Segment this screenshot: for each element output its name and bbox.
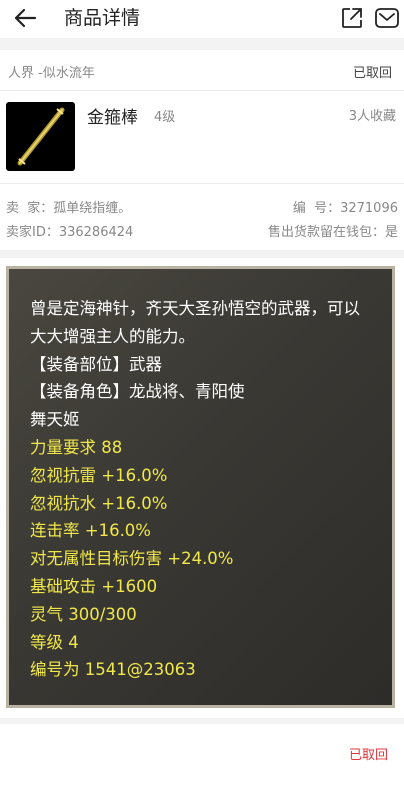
back-button[interactable] bbox=[10, 4, 40, 32]
description-line: 【装备角色】龙战将、青阳使 bbox=[30, 382, 245, 402]
seller-name: 卖 家：孤单绕指缠。 bbox=[6, 201, 132, 216]
share-icon bbox=[342, 8, 362, 28]
attribute-line: 忽视抗雷 +16.0% bbox=[30, 465, 168, 485]
mail-icon bbox=[375, 8, 399, 28]
seller-id: 卖家ID：336286424 bbox=[6, 225, 134, 240]
item-level: 4级 bbox=[154, 110, 176, 125]
item-row[interactable]: 金箍棒 4级 3人收藏 bbox=[0, 91, 404, 184]
item-thumbnail bbox=[6, 102, 75, 171]
mail-button[interactable] bbox=[374, 6, 400, 30]
favorites-count: 3人收藏 bbox=[348, 109, 396, 124]
item-name: 金箍棒 bbox=[87, 108, 138, 128]
item-info-card: 人界 -似水流年 已取回 金箍棒 4级 3人收藏 卖 家：孤单绕指缠。 编 号：… bbox=[0, 50, 404, 250]
server-name: 人界 -似水流年 bbox=[8, 66, 95, 81]
top-nav-bar: 商品详情 bbox=[0, 0, 404, 38]
description-line: 曾是定海神针，齐天大圣孙悟空的武器，可以大大增强主人的能力。 bbox=[30, 299, 360, 346]
status-badge: 已取回 bbox=[352, 66, 392, 81]
attribute-line: 等级 4 bbox=[30, 632, 79, 652]
arrow-left-icon bbox=[14, 8, 37, 28]
attribute-line: 忽视抗水 +16.0% bbox=[30, 493, 168, 513]
server-row: 人界 -似水流年 已取回 bbox=[0, 50, 404, 91]
attribute-line: 力量要求 88 bbox=[30, 437, 123, 457]
wallet-setting: 售出货款留在钱包：是 bbox=[267, 225, 398, 240]
attribute-line: 基础攻击 +1600 bbox=[30, 576, 158, 596]
item-description-panel: 曾是定海神针，齐天大圣孙悟空的武器，可以大大增强主人的能力。 【装备部位】武器 … bbox=[6, 266, 395, 708]
attribute-line: 编号为 1541@23063 bbox=[30, 660, 196, 680]
bottom-bar: 已取回 bbox=[0, 724, 404, 785]
attribute-line: 连击率 +16.0% bbox=[30, 521, 151, 541]
share-button[interactable] bbox=[340, 6, 364, 30]
seller-row: 卖 家：孤单绕指缠。 编 号：3271096 bbox=[0, 197, 404, 219]
attribute-line: 对无属性目标伤害 +24.0% bbox=[30, 549, 234, 569]
description-line: 【装备部位】武器 bbox=[30, 354, 162, 374]
description-line: 舞天姬 bbox=[30, 410, 80, 430]
retrieved-status: 已取回 bbox=[348, 748, 388, 763]
seller-id-row: 卖家ID：336286424 售出货款留在钱包：是 bbox=[0, 221, 404, 243]
golden-staff-icon bbox=[17, 107, 65, 166]
serial-number: 编 号：3271096 bbox=[292, 201, 398, 216]
attribute-line: 灵气 300/300 bbox=[30, 604, 137, 624]
page-title: 商品详情 bbox=[64, 7, 141, 29]
description-section: 曾是定海神针，齐天大圣孙悟空的武器，可以大大增强主人的能力。 【装备部位】武器 … bbox=[0, 258, 404, 718]
